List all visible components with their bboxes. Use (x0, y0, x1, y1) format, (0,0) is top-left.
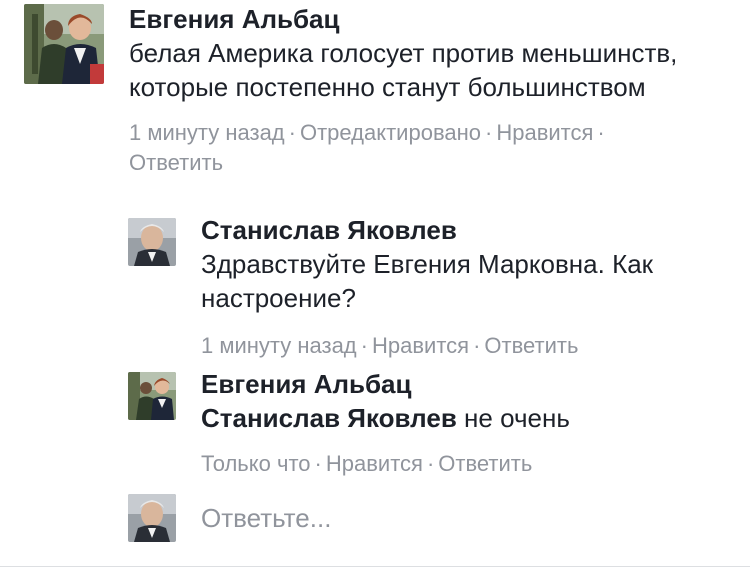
comment-text: белая Америка голосует против меньшинств… (129, 38, 678, 102)
comment-author[interactable]: Евгения Альбац (129, 2, 729, 36)
avatar-evgenia-albats[interactable] (128, 372, 176, 420)
comment-timestamp[interactable]: 1 минуту назад (129, 120, 285, 145)
meta-separator: · (288, 120, 296, 145)
divider (0, 566, 750, 567)
avatar-stanislav-yakovlev[interactable] (128, 218, 176, 266)
meta-separator: · (473, 333, 481, 358)
meta-separator: · (485, 120, 493, 145)
like-button[interactable]: Нравится (496, 120, 593, 145)
meta-separator: · (597, 120, 605, 145)
reply-input[interactable] (201, 501, 701, 535)
like-button[interactable]: Нравится (372, 333, 469, 358)
avatar-photo-icon (24, 4, 104, 84)
reply-author[interactable]: Евгения Альбац (201, 367, 741, 401)
meta-separator: · (360, 333, 368, 358)
like-button[interactable]: Нравится (326, 451, 423, 476)
reply-timestamp[interactable]: Только что (201, 451, 311, 476)
avatar-photo-icon (128, 494, 176, 542)
avatar-photo-icon (128, 372, 176, 420)
reply-text: Станислав Яковлев не очень (201, 401, 741, 435)
reply-text-content: не очень (456, 403, 570, 433)
mention-link[interactable]: Станислав Яковлев (201, 403, 457, 433)
comment-edited-link[interactable]: Отредактировано (300, 120, 481, 145)
reply-text: Здравствуйте Евгения Марковна. Как настр… (201, 249, 654, 313)
reply-meta: 1 минуту назад · Нравится · Ответить (201, 331, 741, 361)
meta-separator: · (426, 451, 435, 476)
reply-author[interactable]: Станислав Яковлев (201, 213, 741, 247)
comment-meta: 1 минуту назад · Отредактировано · Нравится ·… (129, 118, 709, 178)
reply-button[interactable]: Ответить (129, 150, 223, 175)
reply-meta: Только что · Нравится · Ответить (201, 449, 741, 479)
reply-timestamp[interactable]: 1 минуту назад (201, 333, 357, 358)
avatar-photo-icon (128, 218, 176, 266)
reply-button[interactable]: Ответить (438, 451, 532, 476)
meta-separator: · (314, 451, 322, 476)
current-user-avatar (128, 494, 176, 542)
reply-button[interactable]: Ответить (484, 333, 578, 358)
avatar-evgenia-albats[interactable] (24, 4, 104, 84)
reply-composer (128, 494, 718, 542)
